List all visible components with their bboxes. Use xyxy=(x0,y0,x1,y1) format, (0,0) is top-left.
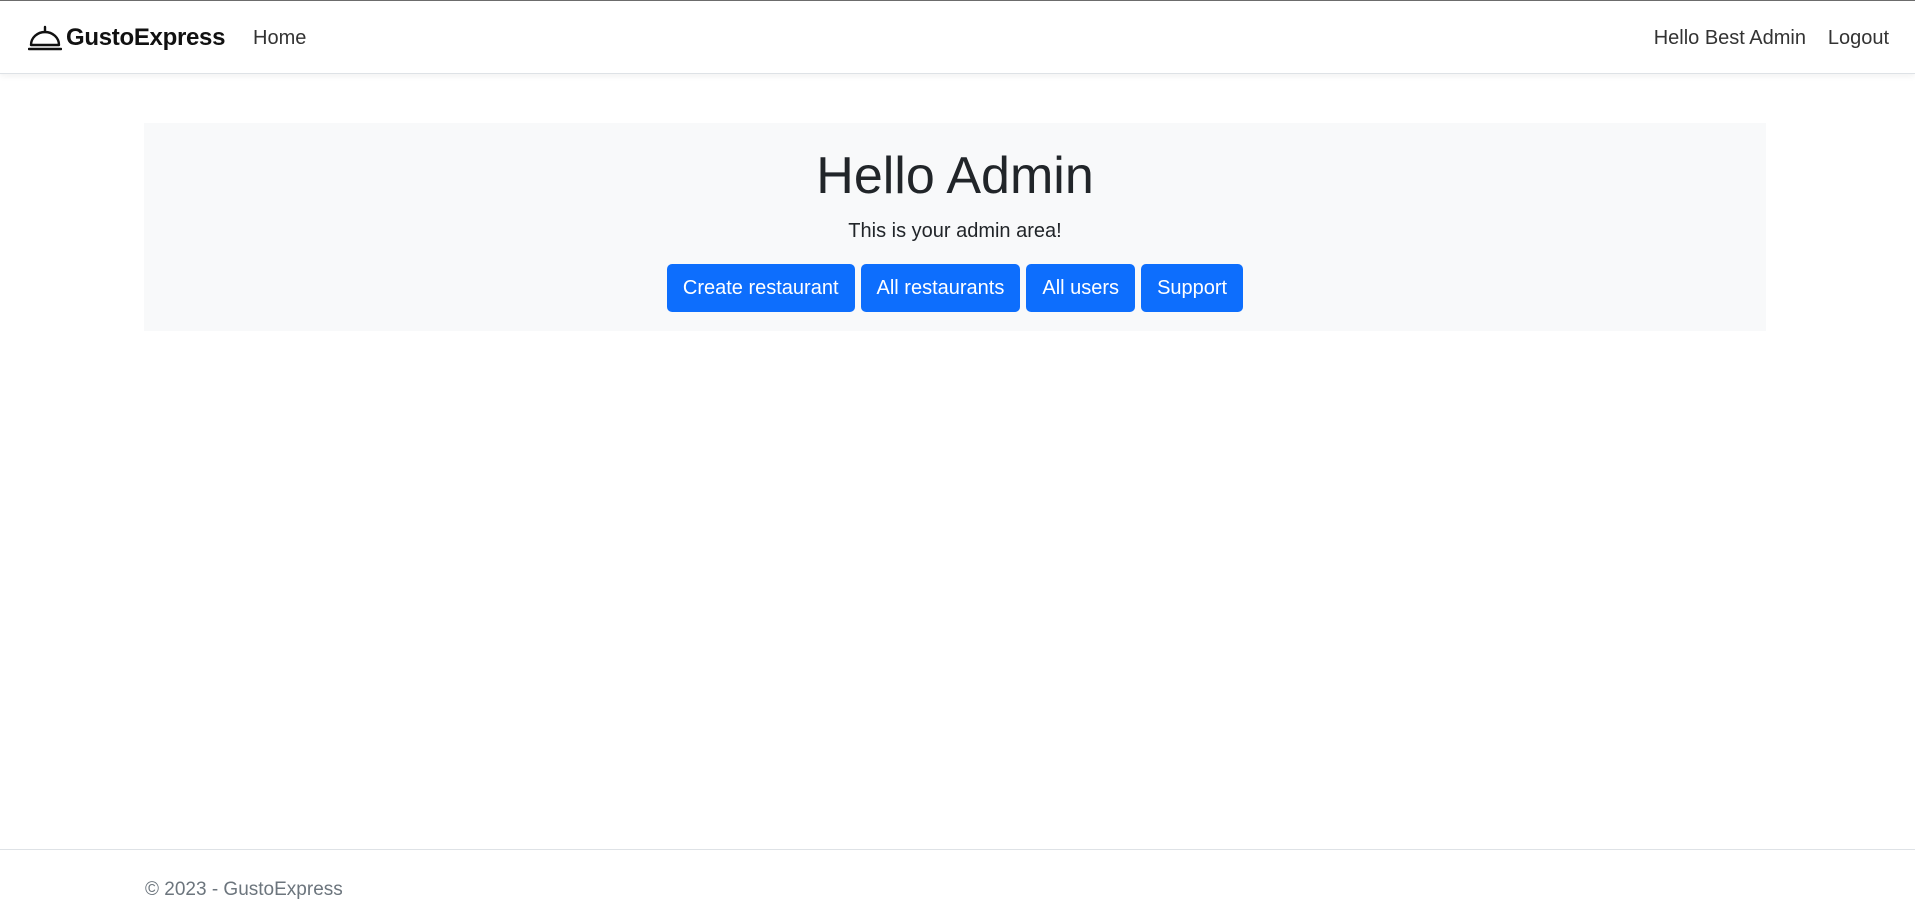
brand-name: GustoExpress xyxy=(66,24,226,51)
top-navbar: GustoExpress Home Hello Best Admin Logou… xyxy=(0,0,1915,74)
logout-link[interactable]: Logout xyxy=(1828,25,1889,51)
nav-home-link[interactable]: Home xyxy=(253,25,306,51)
page-title: Hello Admin xyxy=(816,147,1094,205)
page-subtitle: This is your admin area! xyxy=(848,220,1062,242)
brand-link[interactable]: GustoExpress xyxy=(27,21,226,55)
page-footer: © 2023 - GustoExpress xyxy=(0,849,1915,918)
all-users-button[interactable]: All users xyxy=(1026,264,1136,312)
admin-actions: Create restaurant All restaurants All us… xyxy=(144,264,1766,312)
cloche-icon xyxy=(27,23,63,53)
nav-user-greeting[interactable]: Hello Best Admin xyxy=(1654,25,1806,51)
support-button[interactable]: Support xyxy=(1141,264,1244,312)
footer-copyright: © 2023 - GustoExpress xyxy=(145,879,343,900)
all-restaurants-button[interactable]: All restaurants xyxy=(860,264,1021,312)
admin-hero: Hello Admin This is your admin area! Cre… xyxy=(144,123,1766,331)
create-restaurant-button[interactable]: Create restaurant xyxy=(666,264,855,312)
